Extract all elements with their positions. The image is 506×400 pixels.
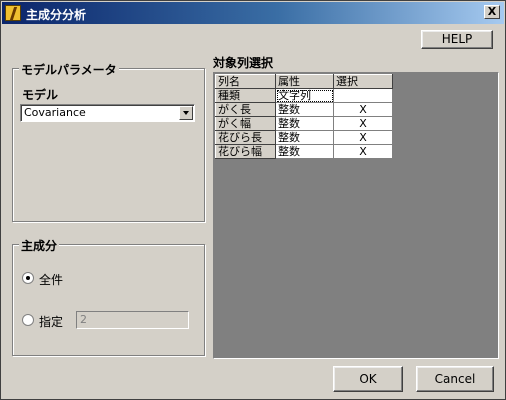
window-title: 主成分分析 — [26, 8, 87, 22]
model-params-title: モデルパラメータ — [19, 61, 119, 78]
ok-button[interactable]: OK — [333, 366, 403, 392]
row-select[interactable]: X — [333, 130, 393, 145]
components-title: 主成分 — [19, 237, 60, 254]
target-columns-panel: 列名 属性 選択 種類 文字列 がく長 整数 X がく幅 整数 X 花びら長 整… — [213, 72, 499, 359]
radio-specify[interactable] — [22, 314, 34, 326]
row-select[interactable]: X — [333, 102, 393, 117]
table-row[interactable]: がく長 整数 X — [215, 102, 393, 117]
close-button[interactable]: X — [484, 5, 500, 19]
grid-header-row: 列名 属性 選択 — [215, 74, 393, 89]
row-select[interactable]: X — [333, 144, 393, 159]
components-group: 主成分 — [12, 237, 205, 356]
cancel-button[interactable]: Cancel — [416, 366, 494, 392]
header-select[interactable]: 選択 — [333, 74, 393, 89]
model-label: モデル — [22, 88, 59, 102]
table-row[interactable]: 花びら幅 整数 X — [215, 144, 393, 159]
specify-count-input[interactable]: 2 — [76, 311, 189, 329]
column-grid: 列名 属性 選択 種類 文字列 がく長 整数 X がく幅 整数 X 花びら長 整… — [215, 74, 393, 159]
table-row[interactable]: がく幅 整数 X — [215, 116, 393, 131]
row-column-name[interactable]: がく長 — [215, 102, 276, 117]
header-column-name[interactable]: 列名 — [215, 74, 276, 89]
help-button[interactable]: HELP — [421, 30, 493, 49]
radio-all-label[interactable]: 全件 — [39, 271, 63, 288]
row-attribute[interactable]: 文字列 — [275, 88, 334, 103]
row-column-name[interactable]: 花びら長 — [215, 130, 276, 145]
title-bar[interactable]: 主成分分析 X — [2, 2, 504, 24]
target-columns-label: 対象列選択 — [213, 56, 274, 70]
dialog-window: 主成分分析 X HELP モデルパラメータ モデル Covariance 主成分… — [0, 0, 506, 400]
table-row[interactable]: 花びら長 整数 X — [215, 130, 393, 145]
row-column-name[interactable]: 種類 — [215, 88, 276, 103]
app-icon — [5, 5, 21, 21]
row-select[interactable]: X — [333, 116, 393, 131]
row-select[interactable] — [333, 88, 393, 103]
model-select[interactable]: Covariance — [20, 104, 195, 122]
radio-specify-label[interactable]: 指定 — [39, 313, 63, 330]
row-column-name[interactable]: がく幅 — [215, 116, 276, 131]
row-attribute[interactable]: 整数 — [275, 102, 334, 117]
model-select-value: Covariance — [24, 106, 86, 119]
row-attribute[interactable]: 整数 — [275, 116, 334, 131]
chevron-down-icon[interactable] — [179, 106, 193, 120]
table-row[interactable]: 種類 文字列 — [215, 88, 393, 103]
radio-all[interactable] — [22, 272, 34, 284]
row-column-name[interactable]: 花びら幅 — [215, 144, 276, 159]
row-attribute[interactable]: 整数 — [275, 130, 334, 145]
header-attribute[interactable]: 属性 — [275, 74, 334, 89]
row-attribute[interactable]: 整数 — [275, 144, 334, 159]
